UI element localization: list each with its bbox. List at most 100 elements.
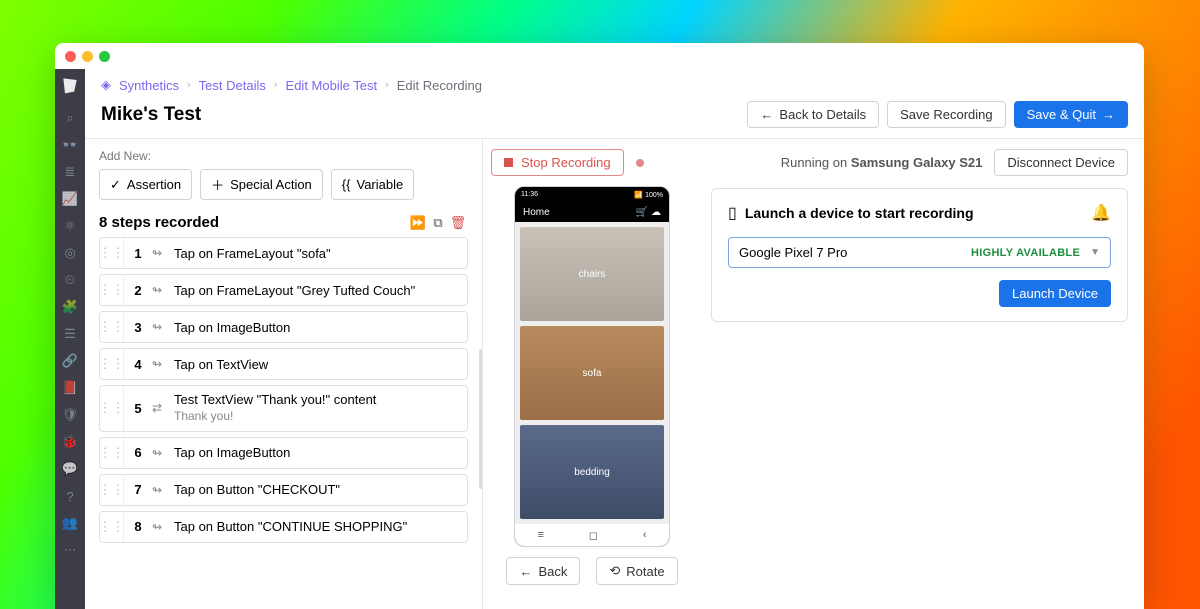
step-text: Tap on Button "CONTINUE SHOPPING"	[170, 513, 467, 540]
drag-handle-icon[interactable]: ⋮⋮	[100, 238, 124, 268]
add-special-action-button[interactable]: ＋ Special Action	[200, 169, 323, 200]
launch-device-button[interactable]: Launch Device	[999, 280, 1111, 307]
step-row[interactable]: ⋮⋮2↬Tap on FrameLayout "Grey Tufted Couc…	[99, 274, 468, 306]
step-number: 2	[124, 283, 152, 298]
device-icon: ▯	[728, 203, 737, 223]
step-text: Tap on ImageButton	[170, 314, 467, 341]
plus-icon: ＋	[211, 175, 224, 194]
launch-device-panel: ▯ Launch a device to start recording 🔔 G…	[711, 188, 1128, 322]
chevron-right-icon: ›	[187, 79, 191, 91]
phone-nav-bar: ≡ ◻ ‹	[515, 524, 669, 546]
phone-tile-bedding[interactable]: bedding	[520, 425, 664, 519]
target-icon[interactable]: ◎	[62, 245, 78, 261]
shield-icon[interactable]: 🛡	[62, 407, 78, 423]
step-subtext: Thank you!	[174, 409, 233, 423]
drag-handle-icon[interactable]: ⋮⋮	[100, 312, 124, 342]
help-icon[interactable]: ?	[62, 488, 78, 504]
copy-icon[interactable]: ⧉	[428, 215, 448, 231]
datadog-logo-icon[interactable]	[60, 75, 80, 95]
tile-label: bedding	[574, 467, 610, 478]
running-on-bar: Running on Samsung Galaxy S21 Disconnect…	[711, 149, 1128, 176]
device-select[interactable]: Google Pixel 7 Pro HIGHLY AVAILABLE ▼	[728, 237, 1111, 268]
trash-icon[interactable]: 🗑	[448, 215, 468, 231]
chevron-right-icon: ›	[274, 79, 278, 91]
left-nav-rail: ⌕ 👓 ≣ 📈 ⚛ ◎ ⏲ 🧩 ☰ 🔗 📕 🛡 🐞 💬 ? 👥 ⋯	[55, 69, 85, 609]
phone-nav-home-icon[interactable]: ◻	[589, 529, 598, 542]
braces-icon: {{	[342, 177, 351, 192]
step-row[interactable]: ⋮⋮1↬Tap on FrameLayout "sofa"	[99, 237, 468, 269]
phone-tile-sofa[interactable]: sofa	[520, 326, 664, 420]
drag-handle-icon[interactable]: ⋮⋮	[100, 275, 124, 305]
window-min-dot[interactable]	[82, 51, 93, 62]
drag-handle-icon[interactable]: ⋮⋮	[100, 386, 124, 431]
scrollbar[interactable]	[479, 349, 482, 489]
recording-indicator-icon	[636, 159, 644, 167]
step-number: 5	[124, 401, 152, 416]
btn-label: Back	[538, 564, 567, 579]
device-preview-column: Stop Recording 11:36 📶 100% Home 🛒 ☁	[483, 139, 701, 609]
chip-label: Variable	[356, 177, 403, 192]
team-icon[interactable]: 👥	[62, 515, 78, 531]
drag-handle-icon[interactable]: ⋮⋮	[100, 438, 124, 468]
breadcrumb: ◈ Synthetics › Test Details › Edit Mobil…	[85, 69, 1144, 97]
crumb-synthetics[interactable]: Synthetics	[119, 78, 179, 93]
synthetics-icon: ◈	[101, 77, 111, 93]
arrow-right-icon: →	[1102, 107, 1115, 122]
step-row[interactable]: ⋮⋮3↬Tap on ImageButton	[99, 311, 468, 343]
add-assertion-button[interactable]: ✓ Assertion	[99, 169, 192, 200]
bell-icon[interactable]: 🔔	[1091, 203, 1111, 223]
nodes-icon[interactable]: ⚛	[62, 218, 78, 234]
phone-nav-back-icon[interactable]: ‹	[643, 529, 647, 541]
link-icon[interactable]: 🔗	[62, 353, 78, 369]
save-quit-button[interactable]: Save & Quit →	[1014, 101, 1128, 128]
chat-icon[interactable]: 💬	[62, 461, 78, 477]
drag-handle-icon[interactable]: ⋮⋮	[100, 349, 124, 379]
device-availability-badge: HIGHLY AVAILABLE	[971, 247, 1080, 259]
step-row[interactable]: ⋮⋮7↬Tap on Button "CHECKOUT"	[99, 474, 468, 506]
gauge-icon[interactable]: ⏲	[62, 272, 78, 288]
crumb-test-details[interactable]: Test Details	[199, 78, 266, 93]
list-icon[interactable]: ≣	[62, 164, 78, 180]
filter-icon[interactable]: ☰	[62, 326, 78, 342]
phone-tile-chairs[interactable]: chairs	[520, 227, 664, 321]
phone-nav-recent-icon[interactable]: ≡	[537, 529, 543, 541]
window-close-dot[interactable]	[65, 51, 76, 62]
crumb-edit-mobile[interactable]: Edit Mobile Test	[286, 78, 378, 93]
device-back-button[interactable]: ← Back	[506, 557, 580, 585]
phone-battery: 📶 100%	[634, 191, 663, 199]
step-row[interactable]: ⋮⋮5⇄Test TextView "Thank you!" contentTh…	[99, 385, 468, 432]
more-icon[interactable]: ⋯	[62, 542, 78, 558]
search-icon[interactable]: ⌕	[62, 110, 78, 126]
binoculars-icon[interactable]: 👓	[62, 137, 78, 153]
chart-icon[interactable]: 📈	[62, 191, 78, 207]
step-row[interactable]: ⋮⋮6↬Tap on ImageButton	[99, 437, 468, 469]
step-row[interactable]: ⋮⋮4↬Tap on TextView	[99, 348, 468, 380]
step-row[interactable]: ⋮⋮8↬Tap on Button "CONTINUE SHOPPING"	[99, 511, 468, 543]
fast-forward-icon[interactable]: ⏩	[408, 215, 428, 231]
stop-recording-button[interactable]: Stop Recording	[491, 149, 624, 176]
add-variable-button[interactable]: {{ Variable	[331, 169, 414, 200]
window-max-dot[interactable]	[99, 51, 110, 62]
save-recording-button[interactable]: Save Recording	[887, 101, 1006, 128]
disconnect-device-button[interactable]: Disconnect Device	[994, 149, 1128, 176]
puzzle-icon[interactable]: 🧩	[62, 299, 78, 315]
btn-label: Rotate	[626, 564, 664, 579]
steps-list: ⋮⋮1↬Tap on FrameLayout "sofa" ⋮⋮2↬Tap on …	[99, 237, 468, 543]
btn-label: Save Recording	[900, 107, 993, 122]
rotate-icon: ⟲	[609, 563, 620, 579]
step-number: 1	[124, 246, 152, 261]
phone-app-title: Home	[523, 207, 550, 218]
drag-handle-icon[interactable]: ⋮⋮	[100, 512, 124, 542]
step-number: 8	[124, 519, 152, 534]
step-text: Tap on ImageButton	[170, 439, 467, 466]
bug-icon[interactable]: 🐞	[62, 434, 78, 450]
app-window: ⌕ 👓 ≣ 📈 ⚛ ◎ ⏲ 🧩 ☰ 🔗 📕 🛡 🐞 💬 ? 👥 ⋯ ◈ Synt…	[55, 43, 1144, 609]
back-to-details-button[interactable]: ← Back to Details	[747, 101, 879, 128]
check-icon: ✓	[110, 177, 121, 193]
drag-handle-icon[interactable]: ⋮⋮	[100, 475, 124, 505]
device-rotate-button[interactable]: ⟲ Rotate	[596, 557, 677, 585]
panel-title: Launch a device to start recording	[745, 205, 1083, 221]
book-icon[interactable]: 📕	[62, 380, 78, 396]
steps-panel: Add New: ✓ Assertion ＋ Special Action {{	[85, 139, 483, 609]
btn-label: Save & Quit	[1027, 107, 1096, 122]
